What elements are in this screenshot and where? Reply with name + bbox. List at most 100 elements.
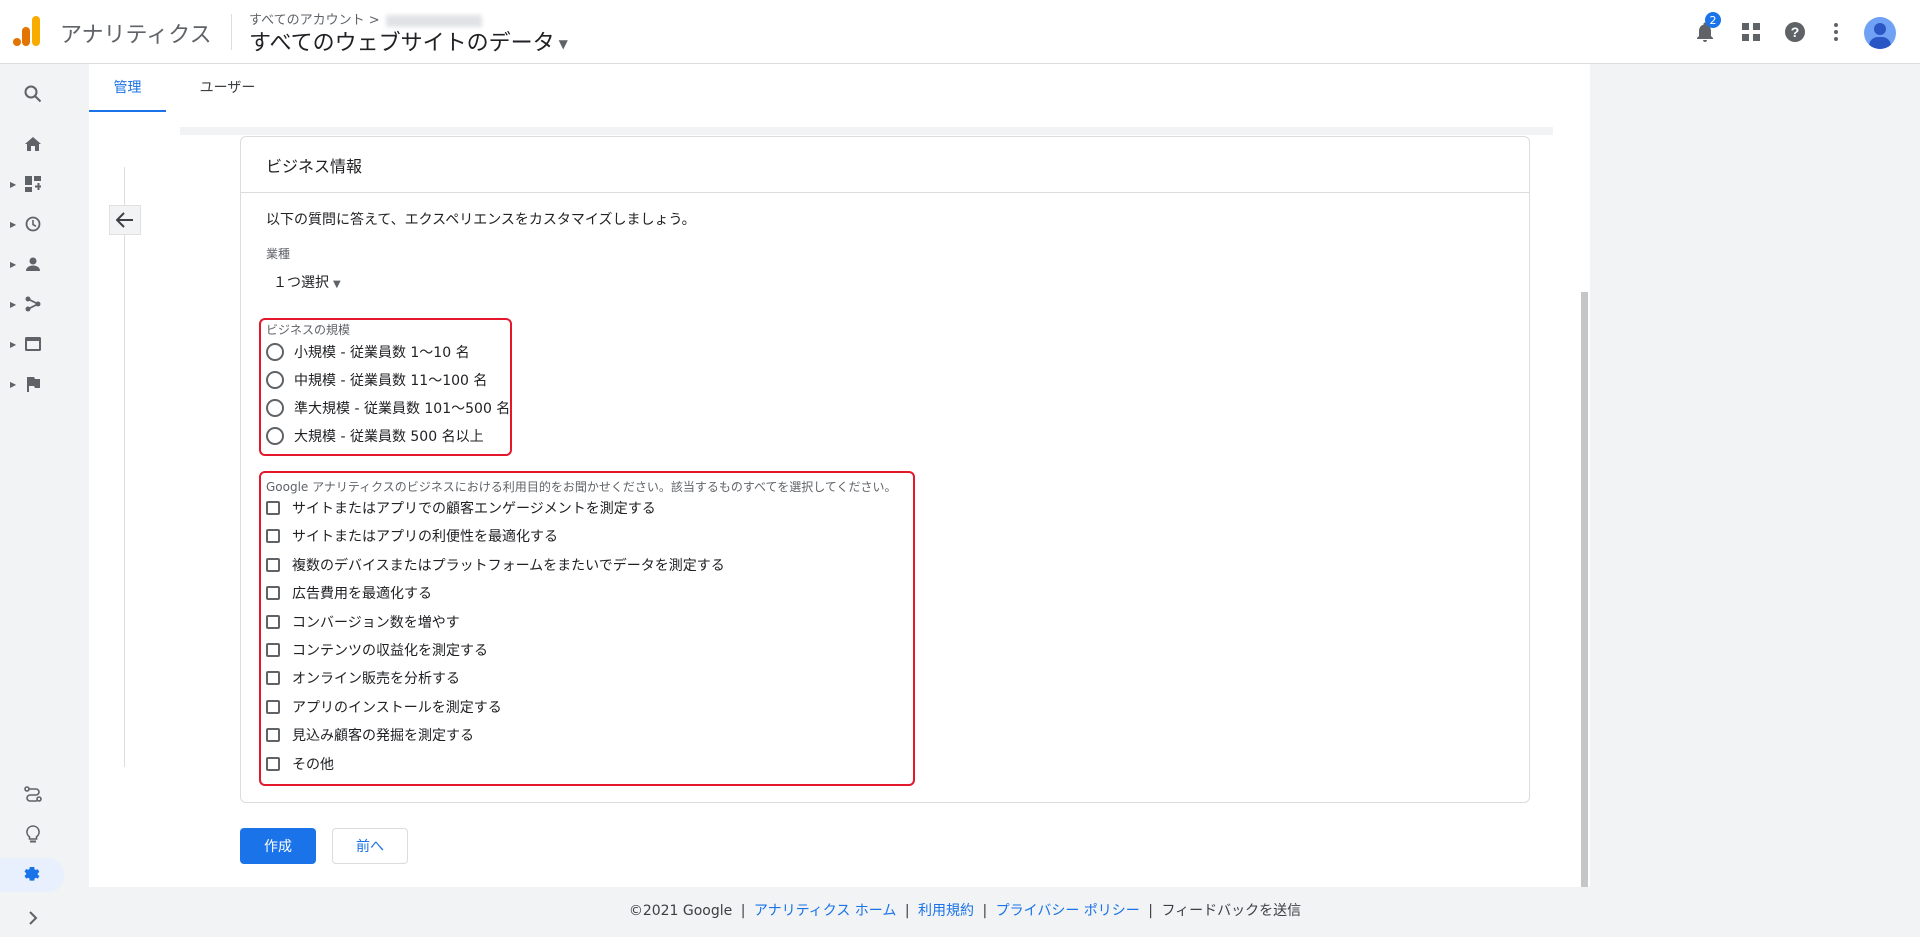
avatar: [1864, 17, 1896, 49]
notification-badge: 2: [1705, 12, 1721, 28]
nav-customization[interactable]: ▶: [0, 170, 66, 198]
expand-arrow-icon: ▶: [10, 259, 17, 269]
checkbox[interactable]: [266, 529, 280, 543]
admin-tabs: 管理 ユーザー: [89, 64, 1590, 112]
radio-button[interactable]: [266, 427, 284, 445]
checkbox[interactable]: [266, 586, 280, 600]
footer-link-analytics-home[interactable]: アナリティクス ホーム: [754, 903, 897, 919]
expand-arrow-icon: ▶: [10, 219, 17, 229]
usage-option-cross-device[interactable]: 複数のデバイスまたはプラットフォームをまたいでデータを測定する: [266, 554, 725, 576]
section-strip: [180, 127, 1553, 135]
nav-attribution[interactable]: [0, 780, 66, 808]
more-options-button[interactable]: [1818, 14, 1854, 50]
nav-search[interactable]: [0, 80, 66, 108]
back-arrow-button[interactable]: [109, 205, 141, 235]
more-vert-icon: [1834, 23, 1838, 41]
property-selector[interactable]: すべてのウェブサイトのデータ ▼: [249, 25, 568, 57]
expand-arrow-icon: ▶: [10, 379, 17, 389]
help-button[interactable]: ?: [1777, 14, 1813, 50]
main-content: ビジネス情報 以下の質問に答えて、エクスペリエンスをカスタマイズしましょう。 業…: [89, 112, 1590, 887]
usage-option-engagement[interactable]: サイトまたはアプリでの顧客エンゲージメントを測定する: [266, 497, 656, 519]
industry-label: 業種: [266, 247, 291, 261]
apps-button[interactable]: [1733, 14, 1769, 50]
footer-separator: |: [982, 903, 988, 919]
size-option-small[interactable]: 小規模 - 従業員数 1〜10 名: [266, 340, 470, 364]
business-size-label: ビジネスの規模: [266, 323, 351, 337]
audience-person-icon: [26, 257, 40, 271]
analytics-logo[interactable]: [13, 16, 41, 46]
checkbox[interactable]: [266, 671, 280, 685]
radio-button[interactable]: [266, 371, 284, 389]
usage-option-other[interactable]: その他: [266, 753, 334, 775]
nav-home[interactable]: [0, 130, 66, 158]
checkbox[interactable]: [266, 501, 280, 515]
scrollbar[interactable]: [1581, 292, 1588, 887]
account-avatar-button[interactable]: [1862, 15, 1898, 51]
usage-option-online-sales[interactable]: オンライン販売を分析する: [266, 667, 460, 689]
apps-grid-icon: [1742, 23, 1760, 41]
chevron-down-icon: ▼: [333, 279, 341, 290]
realtime-clock-icon: [25, 216, 41, 232]
checkbox[interactable]: [266, 728, 280, 742]
expand-arrow-icon: ▶: [10, 179, 17, 189]
gear-icon: [24, 867, 40, 881]
footer-separator: |: [1148, 903, 1153, 919]
checkbox[interactable]: [266, 700, 280, 714]
nav-audience[interactable]: ▶: [0, 250, 66, 278]
size-option-medium[interactable]: 中規模 - 従業員数 11〜100 名: [266, 368, 487, 392]
usage-option-app-installs[interactable]: アプリのインストールを測定する: [266, 696, 502, 718]
card-title: ビジネス情報: [241, 137, 1529, 193]
radio-button[interactable]: [266, 399, 284, 417]
lightbulb-icon: [26, 825, 40, 843]
chevron-down-icon: ▼: [558, 37, 568, 51]
product-name: アナリティクス: [60, 23, 212, 48]
footer-link-privacy[interactable]: プライバシー ポリシー: [996, 903, 1140, 919]
footer-separator: |: [740, 903, 746, 919]
notifications-button[interactable]: 2: [1687, 12, 1723, 50]
usage-option-usability[interactable]: サイトまたはアプリの利便性を最適化する: [266, 525, 558, 547]
acquisition-icon: [25, 296, 41, 312]
tab-user[interactable]: ユーザー: [189, 64, 266, 110]
checkbox[interactable]: [266, 558, 280, 572]
footer-separator: |: [904, 903, 910, 919]
size-option-large[interactable]: 大規模 - 従業員数 500 名以上: [266, 424, 484, 448]
arrow-left-icon: [116, 212, 133, 228]
intro-text: 以下の質問に答えて、エクスペリエンスをカスタマイズしましょう。: [266, 212, 696, 228]
industry-dropdown[interactable]: １つ選択 ▼: [273, 272, 341, 292]
tab-admin[interactable]: 管理: [89, 64, 166, 112]
expand-arrow-icon: ▶: [10, 339, 17, 349]
usage-option-lead-gen[interactable]: 見込み顧客の発掘を測定する: [266, 724, 474, 746]
usage-option-conversions[interactable]: コンバージョン数を増やす: [266, 611, 460, 633]
nav-acquisition[interactable]: ▶: [0, 290, 66, 318]
flag-icon: [27, 376, 40, 392]
footer: ©2021 Google | アナリティクス ホーム | 利用規約 | プライバ…: [0, 900, 1920, 920]
left-nav: ▶ ▶ ▶ ▶ ▶ ▶: [0, 64, 66, 937]
copyright-text: ©2021 Google: [628, 903, 733, 919]
attribution-icon: [24, 786, 42, 802]
step-line: [124, 167, 125, 767]
radio-button[interactable]: [266, 343, 284, 361]
usage-purpose-label: Google アナリティクスのビジネスにおける利用目的をお聞かせください。該当す…: [266, 480, 897, 494]
checkbox[interactable]: [266, 615, 280, 629]
size-option-medium-large[interactable]: 準大規模 - 従業員数 101〜500 名: [266, 396, 510, 420]
checkbox[interactable]: [266, 643, 280, 657]
nav-behavior[interactable]: ▶: [0, 330, 66, 358]
footer-link-terms[interactable]: 利用規約: [918, 903, 974, 919]
nav-discover[interactable]: [0, 820, 66, 848]
home-icon: [25, 137, 41, 151]
expand-arrow-icon: ▶: [10, 299, 17, 309]
usage-option-monetization[interactable]: コンテンツの収益化を測定する: [266, 639, 488, 661]
nav-realtime[interactable]: ▶: [0, 210, 66, 238]
nav-conversions[interactable]: ▶: [0, 370, 66, 398]
create-button[interactable]: 作成: [240, 828, 316, 864]
previous-button[interactable]: 前へ: [332, 828, 408, 864]
nav-admin[interactable]: [0, 858, 64, 892]
help-icon: ?: [1785, 22, 1805, 42]
search-icon: [24, 85, 42, 103]
customization-icon: [25, 176, 41, 192]
checkbox[interactable]: [266, 757, 280, 771]
footer-link-feedback[interactable]: フィードバックを送信: [1161, 903, 1301, 919]
top-bar: アナリティクス すべてのアカウント > すべてのウェブサイトのデータ ▼ 2 ?: [0, 0, 1920, 64]
usage-option-ad-spend[interactable]: 広告費用を最適化する: [266, 582, 432, 604]
svg-text:?: ?: [1791, 24, 1800, 40]
